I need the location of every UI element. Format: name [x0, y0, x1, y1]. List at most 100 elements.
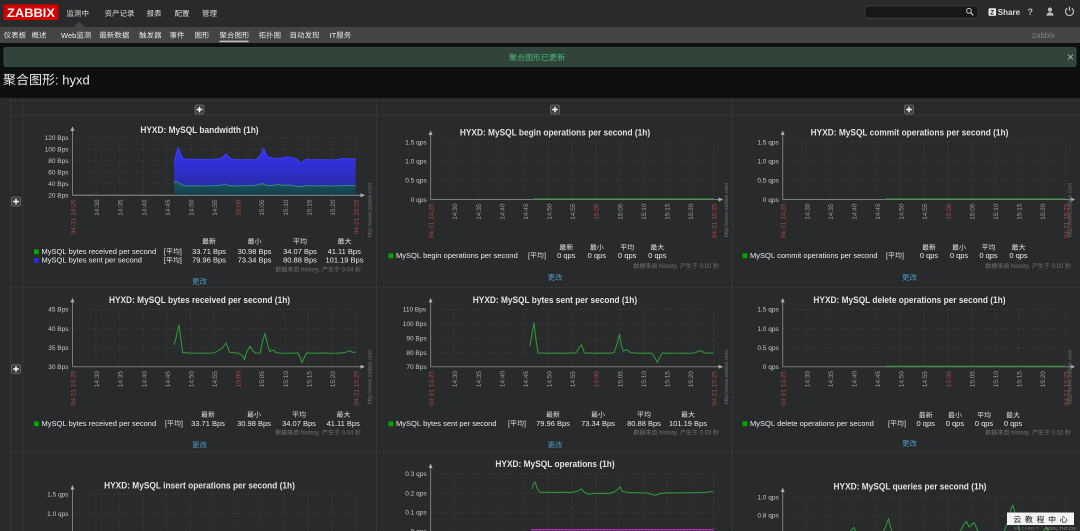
svg-text:HYXD: MySQL bytes received per: HYXD: MySQL bytes received per second (1…: [109, 295, 290, 306]
svg-text:http://www.zabbix.com: http://www.zabbix.com: [1068, 349, 1074, 404]
svg-text:80.88 Bps: 80.88 Bps: [283, 256, 317, 265]
svg-text:15:05: 15:05: [617, 203, 624, 220]
svg-text:15:15: 15:15: [306, 199, 313, 216]
svg-text:80.88 Bps: 80.88 Bps: [627, 419, 661, 428]
svg-text:20 Bps: 20 Bps: [48, 193, 69, 200]
svg-text:15:15: 15:15: [1017, 203, 1024, 220]
svg-text:ZABBIX: ZABBIX: [7, 6, 55, 20]
svg-text:14:30: 14:30: [452, 371, 459, 388]
svg-text:40 Bps: 40 Bps: [48, 181, 69, 188]
svg-text:14:35: 14:35: [476, 203, 483, 220]
svg-text:14:35: 14:35: [476, 371, 483, 388]
svg-text:MySQL commit operations per se: MySQL commit operations per second: [750, 251, 878, 260]
svg-text:15:10: 15:10: [283, 371, 290, 388]
svg-text:0 qps: 0 qps: [411, 197, 428, 204]
svg-text:HYXD: MySQL delete operations: HYXD: MySQL delete operations per second…: [813, 295, 1005, 306]
svg-text:15:10: 15:10: [283, 199, 290, 216]
svg-text:15:00: 15:00: [594, 371, 601, 388]
svg-text:04-21 14:25: 04-21 14:25: [71, 199, 78, 234]
svg-text:]: ]: [181, 421, 183, 428]
svg-text:http://www.zabbix.com: http://www.zabbix.com: [368, 349, 374, 404]
svg-text:1.0 qps: 1.0 qps: [757, 159, 779, 166]
svg-text:15:15: 15:15: [664, 203, 671, 220]
svg-text:[: [: [888, 421, 890, 428]
svg-text:14:50: 14:50: [188, 199, 195, 216]
svg-text:34.07 Bps: 34.07 Bps: [283, 247, 317, 256]
svg-text:45 Bps: 45 Bps: [48, 307, 69, 314]
svg-text:30.98 Bps: 30.98 Bps: [237, 419, 271, 428]
svg-text:history,: history,: [299, 268, 321, 274]
svg-text:14:50: 14:50: [899, 371, 906, 388]
svg-text:30.98 Bps: 30.98 Bps: [238, 247, 272, 256]
svg-text:40 Bps: 40 Bps: [48, 326, 69, 333]
svg-text:1.0 qps: 1.0 qps: [757, 495, 779, 502]
svg-text:http://www.zabbix.com: http://www.zabbix.com: [724, 182, 730, 237]
svg-text:15:20: 15:20: [330, 371, 337, 388]
svg-text:41.11 Bps: 41.11 Bps: [328, 247, 361, 256]
svg-text:04-21 14:25: 04-21 14:25: [781, 203, 788, 238]
svg-text:0.02: 0.02: [1050, 431, 1065, 437]
svg-text:0 qps: 0 qps: [618, 251, 637, 260]
svg-text:80 Bps: 80 Bps: [48, 158, 69, 165]
svg-text:0 qps: 0 qps: [920, 251, 939, 260]
svg-text:0 qps: 0 qps: [588, 251, 607, 260]
svg-text:110 Bps: 110 Bps: [403, 307, 427, 314]
svg-text:14:55: 14:55: [570, 371, 577, 388]
svg-text:[: [: [886, 253, 888, 260]
svg-text:15:10: 15:10: [641, 203, 648, 220]
svg-text:: hyxd: : hyxd: [55, 72, 90, 87]
svg-text:90 Bps: 90 Bps: [406, 336, 427, 343]
svg-text:0 qps: 0 qps: [557, 251, 576, 260]
svg-text:100 Bps: 100 Bps: [45, 147, 70, 154]
svg-text:33.71 Bps: 33.71 Bps: [191, 419, 225, 428]
svg-text:0.03: 0.03: [698, 431, 713, 437]
svg-text:MySQL begin operations per sec: MySQL begin operations per second: [396, 251, 518, 260]
svg-text:15:05: 15:05: [969, 203, 976, 220]
svg-text:0 qps: 0 qps: [917, 419, 936, 428]
svg-text:60 Bps: 60 Bps: [48, 170, 69, 177]
svg-text:HYXD: MySQL queries per second: HYXD: MySQL queries per second (1h): [834, 482, 987, 493]
svg-text:04-21 14:25: 04-21 14:25: [429, 203, 436, 238]
svg-text:15:00: 15:00: [236, 199, 243, 216]
svg-text:history,: history,: [657, 431, 679, 437]
svg-text:14:45: 14:45: [875, 371, 882, 388]
svg-text:14:55: 14:55: [212, 199, 219, 216]
svg-text:0.1 qps: 0.1 qps: [405, 510, 427, 517]
svg-text:15:05: 15:05: [259, 371, 266, 388]
svg-text:history,: history,: [1009, 431, 1031, 437]
svg-text:Web: Web: [61, 31, 76, 40]
svg-text:1.0 qps: 1.0 qps: [47, 511, 69, 518]
svg-text:0.02: 0.02: [1050, 264, 1065, 270]
svg-text:14:50: 14:50: [547, 371, 554, 388]
svg-text:MySQL bytes sent per second: MySQL bytes sent per second: [396, 419, 496, 428]
svg-text:HYXD: MySQL commit operations: HYXD: MySQL commit operations per second…: [811, 128, 1009, 139]
svg-text:33.71 Bps: 33.71 Bps: [192, 247, 226, 256]
svg-text:15:20: 15:20: [330, 199, 337, 216]
svg-text:14:40: 14:40: [141, 371, 148, 388]
svg-text:14:45: 14:45: [523, 203, 530, 220]
svg-text:14:50: 14:50: [547, 203, 554, 220]
svg-text:0 qps: 0 qps: [979, 251, 998, 260]
svg-text:14:30: 14:30: [804, 371, 811, 388]
svg-text:0 qps: 0 qps: [648, 251, 667, 260]
svg-text:15:10: 15:10: [993, 371, 1000, 388]
svg-text:http://www.zabbix.com: http://www.zabbix.com: [1068, 182, 1074, 237]
svg-text:HYXD: MySQL bandwidth (1h): HYXD: MySQL bandwidth (1h): [140, 125, 258, 136]
svg-text:M5 CARD-T: M5 CARD-T: [1014, 526, 1039, 531]
svg-text:14:40: 14:40: [141, 199, 148, 216]
svg-text:04-21 14:25: 04-21 14:25: [71, 371, 78, 406]
svg-text:14:40: 14:40: [499, 371, 506, 388]
svg-text:14:35: 14:35: [118, 371, 125, 388]
svg-text:]: ]: [544, 253, 546, 260]
svg-text:14:30: 14:30: [94, 199, 101, 216]
svg-text:Z: Z: [990, 9, 994, 16]
svg-text:15:20: 15:20: [688, 371, 695, 388]
svg-text:0 qps: 0 qps: [1009, 251, 1028, 260]
svg-text:IT: IT: [330, 31, 337, 40]
svg-text:70 Bps: 70 Bps: [406, 364, 427, 371]
svg-text:Share: Share: [998, 8, 1021, 17]
svg-text:15:20: 15:20: [1040, 203, 1047, 220]
svg-text:MySQL bytes received per secon: MySQL bytes received per second: [42, 247, 157, 256]
svg-text:79.96 Bps: 79.96 Bps: [536, 419, 570, 428]
svg-text:14:35: 14:35: [118, 199, 125, 216]
